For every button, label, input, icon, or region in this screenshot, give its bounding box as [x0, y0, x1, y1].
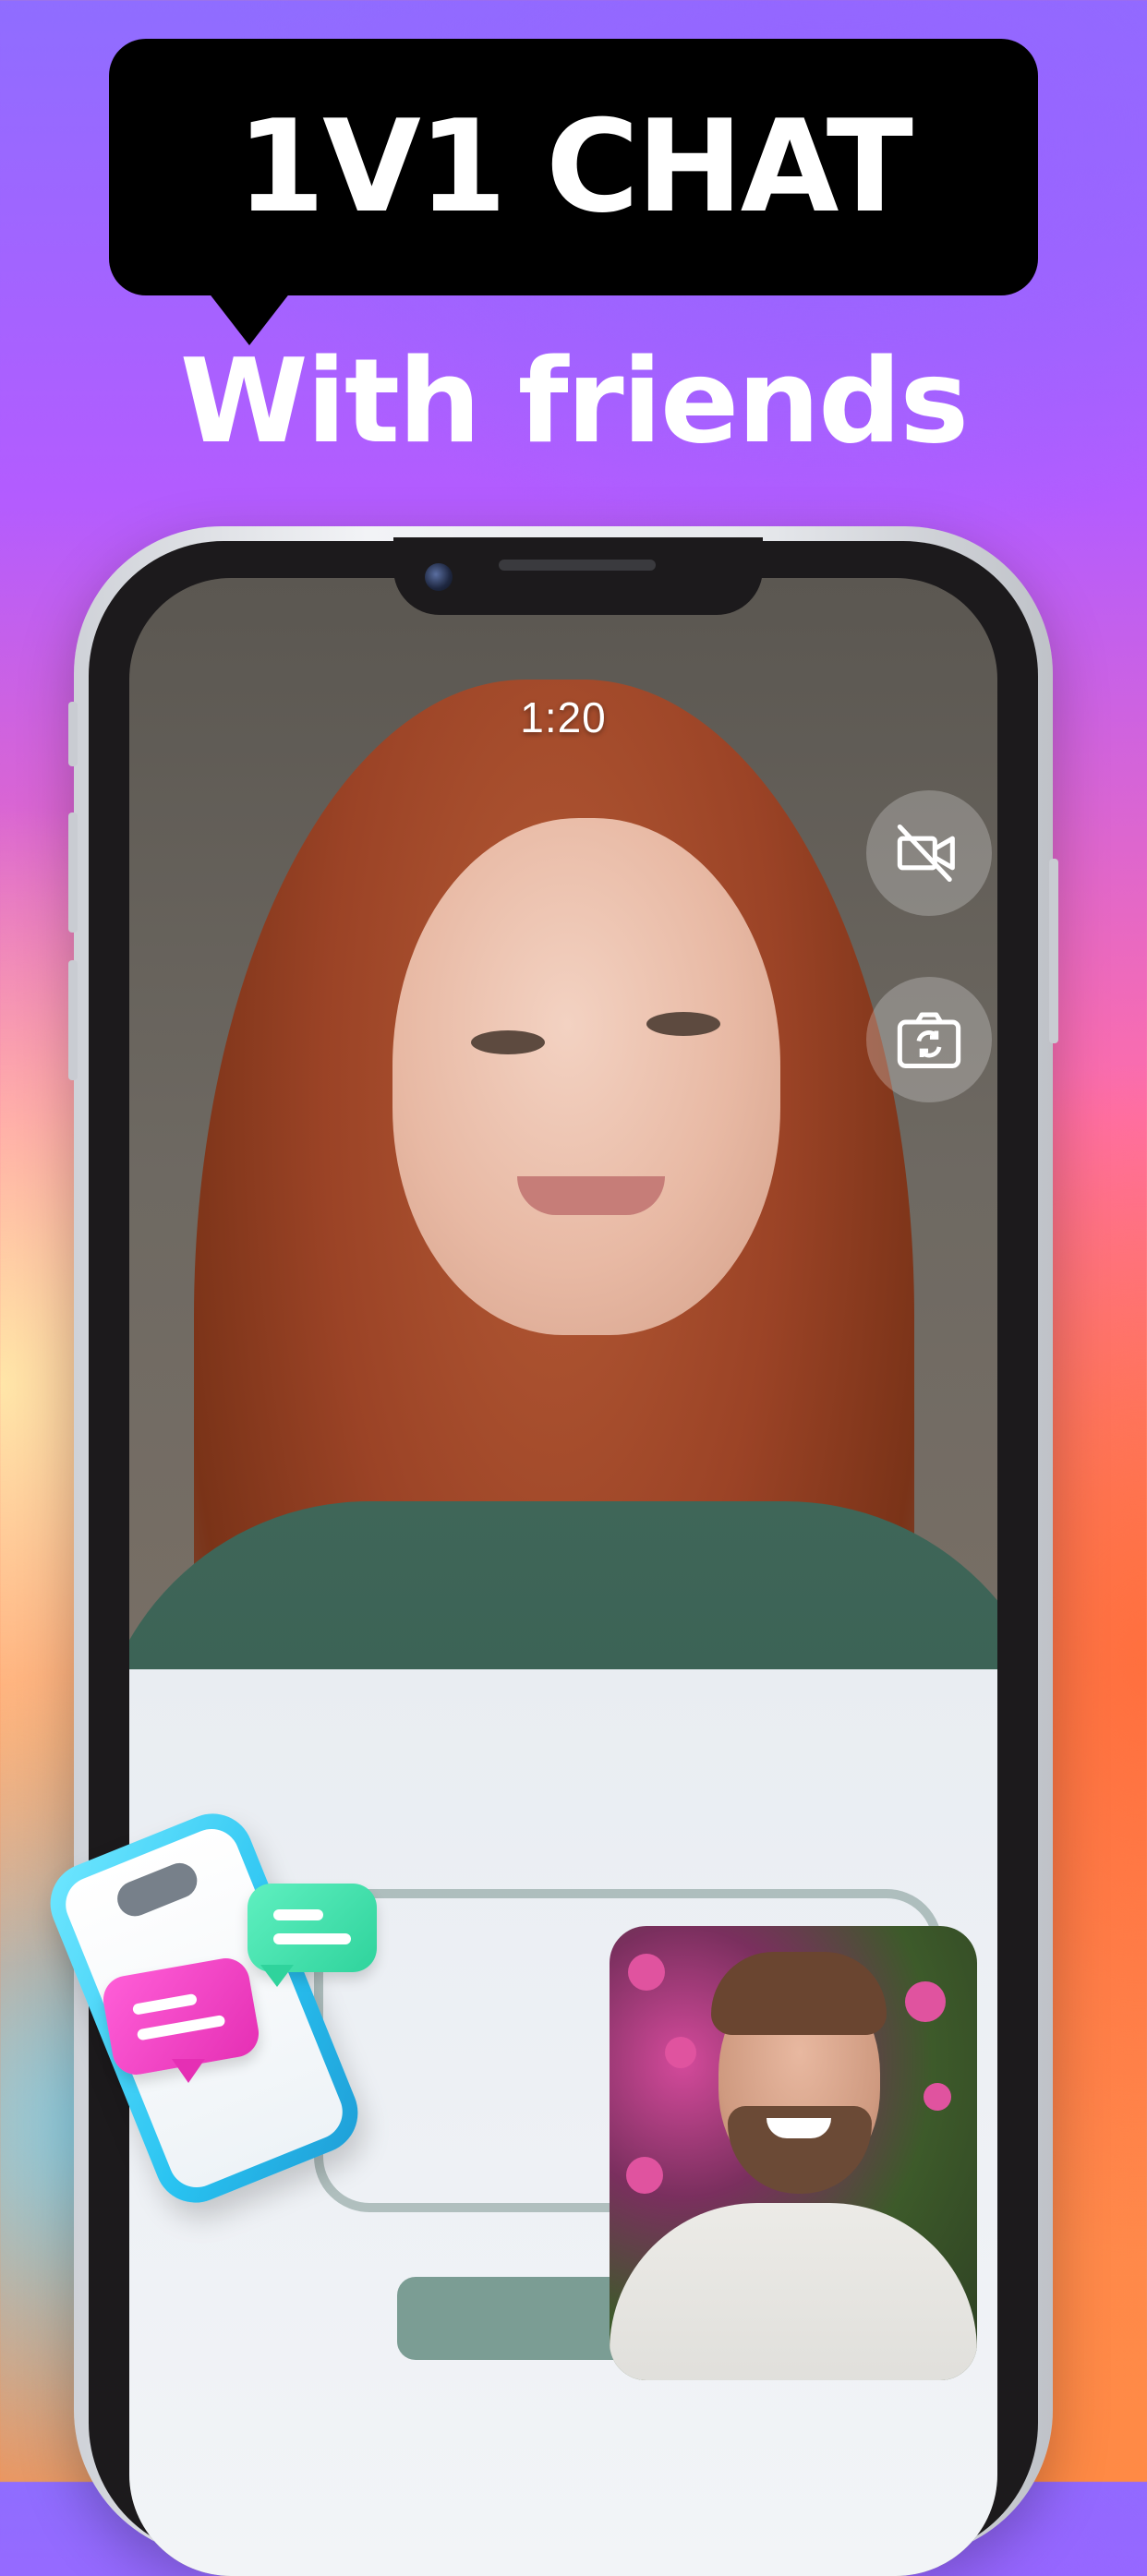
phone-speaker [499, 560, 656, 571]
phone-bezel: 1:20 [89, 537, 1038, 2576]
self-video-pip[interactable] [610, 1926, 977, 2380]
self-person-shirt [610, 2203, 977, 2380]
switch-camera-icon [897, 1012, 961, 1069]
remote-person-eye-left [471, 1030, 545, 1054]
phone-volume-up [68, 813, 78, 933]
flower [924, 2083, 951, 2111]
video-off-icon [897, 824, 955, 883]
green-chat-bubble-icon [248, 1884, 377, 1972]
flower [665, 2037, 696, 2068]
flower [628, 1954, 665, 1991]
phone-mockup: 1:20 [68, 526, 1058, 2576]
switch-camera-button[interactable] [866, 977, 992, 1102]
phone-mute-switch [68, 702, 78, 766]
remote-person-face [392, 818, 780, 1335]
self-person-smile [767, 2118, 831, 2138]
remote-person-mouth [517, 1176, 665, 1215]
call-timer: 1:20 [520, 693, 607, 741]
front-camera [425, 563, 453, 591]
chat-phone-illustration [33, 1801, 384, 2216]
remote-person-eye-right [646, 1012, 720, 1036]
phone-notch [393, 537, 763, 615]
self-person-hair [711, 1952, 887, 2035]
flower [905, 1981, 946, 2022]
phone-volume-down [68, 960, 78, 1080]
flower [626, 2157, 663, 2194]
phone-power-button [1049, 859, 1058, 1043]
video-call-screen: 1:20 [129, 578, 997, 2576]
video-off-button[interactable] [866, 790, 992, 916]
subheadline: With friends [179, 333, 969, 469]
headline: 1V1 CHAT [236, 92, 913, 241]
headline-bubble: 1V1 CHAT [109, 39, 1038, 295]
